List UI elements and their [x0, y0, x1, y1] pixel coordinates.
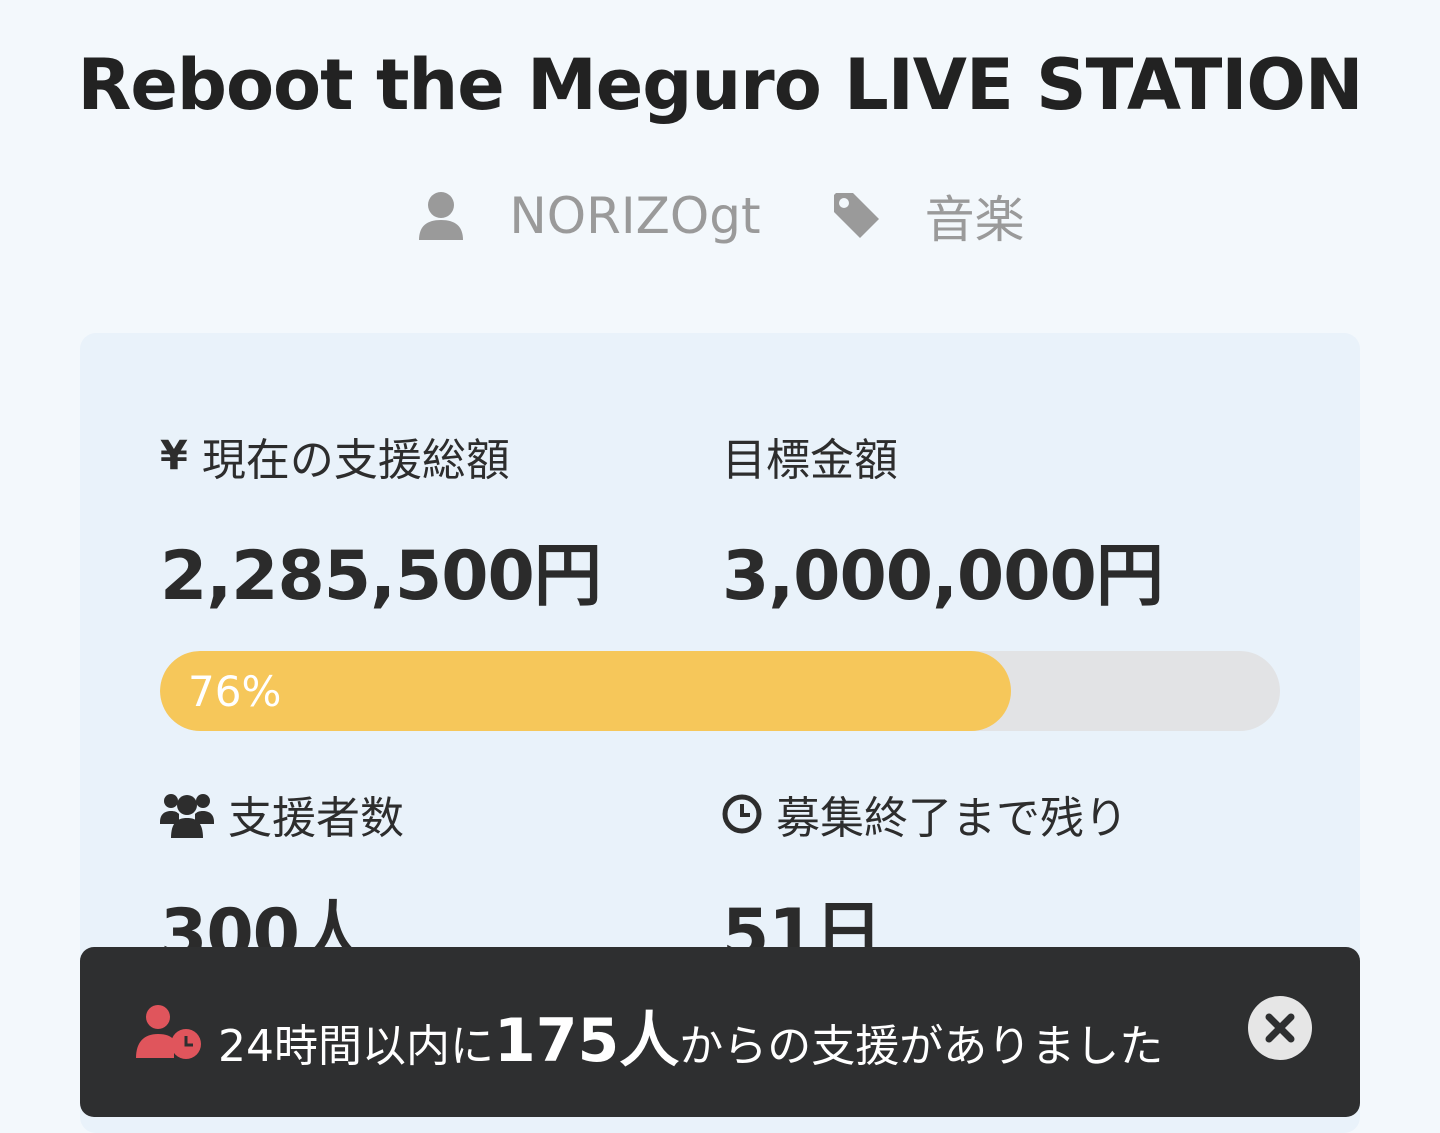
- remaining-label: 募集終了まで残り: [722, 782, 1128, 846]
- progress-bar: 76%: [160, 651, 1280, 731]
- project-title: Reboot the Meguro LIVE STATION: [77, 44, 1363, 126]
- toast-count: 175人: [494, 1006, 680, 1076]
- remaining-label-text: 募集終了まで残り: [776, 793, 1128, 844]
- total-label-text: 現在の支援総額: [201, 435, 510, 486]
- progress-fill: 76%: [160, 651, 1012, 731]
- category-link[interactable]: 音楽: [831, 180, 1025, 252]
- users-icon: [160, 794, 214, 838]
- supporters-label-text: 支援者数: [228, 793, 404, 844]
- clock-icon: [722, 794, 762, 834]
- user-clock-icon: [136, 1005, 201, 1059]
- toast-prefix: 24時間以内に: [218, 1021, 494, 1072]
- goal-label-text: 目標金額: [722, 435, 898, 486]
- tag-icon: [833, 193, 879, 238]
- progress-percent: 76%: [188, 666, 282, 716]
- close-icon: [1265, 1013, 1295, 1043]
- total-value: 2,285,500円: [160, 537, 602, 616]
- yen-icon: ¥: [160, 433, 188, 479]
- user-icon: [419, 192, 464, 240]
- toast-message: 24時間以内に 175人 からの支援がありました: [218, 992, 1163, 1076]
- project-meta: NORIZOgt 音楽: [0, 180, 1440, 252]
- goal-value: 3,000,000円: [722, 537, 1164, 616]
- owner-name: NORIZOgt: [509, 187, 761, 245]
- total-label: ¥ 現在の支援総額: [160, 424, 510, 488]
- category-name: 音楽: [924, 191, 1025, 249]
- goal-label: 目標金額: [722, 424, 898, 488]
- toast-suffix: からの支援がありました: [679, 1021, 1164, 1072]
- supporters-label: 支援者数: [160, 782, 404, 846]
- owner-link[interactable]: NORIZOgt: [415, 187, 761, 245]
- toast-close-button[interactable]: [1248, 996, 1312, 1060]
